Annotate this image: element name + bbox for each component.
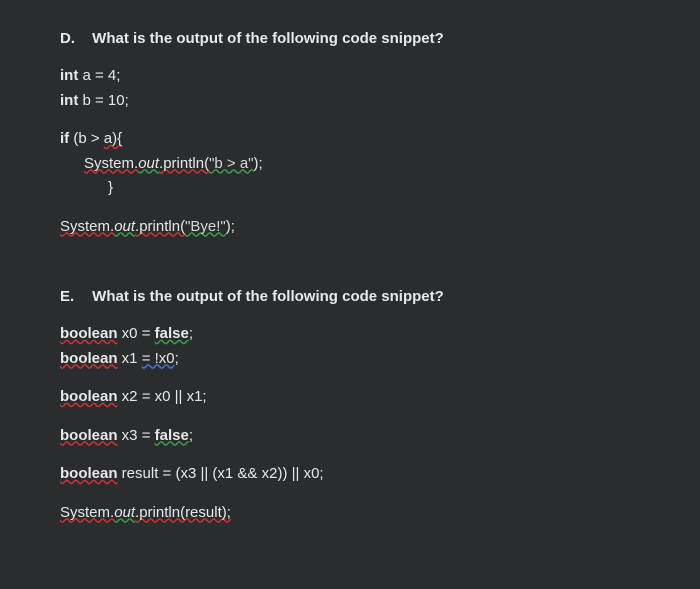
code-line: int b = 10;: [60, 90, 640, 113]
code-line: boolean x0 = false;: [60, 323, 640, 346]
code-text: x0 =: [118, 325, 155, 342]
keyword-int: int: [60, 92, 78, 109]
question-d-code: int a = 4; int b = 10; if (b > a){ Syste…: [60, 65, 640, 238]
question-e-code: boolean x0 = false; boolean x1 = !x0; bo…: [60, 323, 640, 524]
question-d-prompt: What is the output of the following code…: [92, 30, 444, 47]
keyword-boolean: boolean: [60, 427, 118, 444]
code-line: if (b > a){: [60, 128, 640, 151]
code-line: boolean result = (x3 || (x1 && x2)) || x…: [60, 463, 640, 486]
code-string: "b > a": [209, 155, 253, 172]
code-text-out: out: [114, 504, 135, 521]
code-text-error: .println(: [159, 155, 209, 172]
code-line: int a = 4;: [60, 65, 640, 88]
code-line: boolean x1 = !x0;: [60, 348, 640, 371]
question-d-header: D. What is the output of the following c…: [60, 30, 640, 47]
code-text: ;: [189, 427, 193, 444]
code-text: );: [254, 155, 263, 172]
keyword-false: false: [155, 325, 189, 342]
code-text-error: System.: [84, 155, 138, 172]
code-text-error: a){: [104, 130, 122, 147]
code-line: System.out.println("Bye!");: [60, 216, 640, 239]
keyword-boolean: boolean: [60, 350, 118, 367]
code-text: x2 = x0 || x1;: [118, 388, 207, 405]
question-e-prompt: What is the output of the following code…: [92, 288, 444, 305]
keyword-false: false: [155, 427, 189, 444]
code-text-error: System.: [60, 218, 114, 235]
code-line: System.out.println(result);: [60, 502, 640, 525]
code-text: ;: [175, 350, 179, 367]
code-text: );: [226, 218, 235, 235]
code-text-error: .println(: [135, 218, 185, 235]
code-text: x1: [118, 350, 142, 367]
code-text-underline: = !x0: [142, 350, 175, 367]
code-text-out: out: [114, 218, 135, 235]
keyword-boolean: boolean: [60, 465, 118, 482]
question-d-label: D.: [60, 30, 88, 47]
question-e-label: E.: [60, 288, 88, 305]
code-text: b = 10;: [78, 92, 128, 109]
code-text: result = (x3 || (x1 && x2)) || x0;: [118, 465, 324, 482]
code-text: ;: [189, 325, 193, 342]
keyword-boolean: boolean: [60, 325, 118, 342]
code-line: boolean x2 = x0 || x1;: [60, 386, 640, 409]
code-line: }: [60, 177, 640, 200]
code-text: a = 4;: [78, 67, 120, 84]
code-text-error: .println(result);: [135, 504, 231, 521]
code-text-error: System.: [60, 504, 114, 521]
code-text: x3 =: [118, 427, 155, 444]
question-e-header: E. What is the output of the following c…: [60, 288, 640, 305]
code-line: System.out.println("b > a");: [60, 153, 640, 176]
keyword-int: int: [60, 67, 78, 84]
keyword-boolean: boolean: [60, 388, 118, 405]
keyword-if: if: [60, 130, 69, 147]
code-text: }: [108, 179, 113, 196]
code-text: (b >: [69, 130, 104, 147]
code-string: "Bye!": [185, 218, 226, 235]
code-line: boolean x3 = false;: [60, 425, 640, 448]
code-text-out: out: [138, 155, 159, 172]
